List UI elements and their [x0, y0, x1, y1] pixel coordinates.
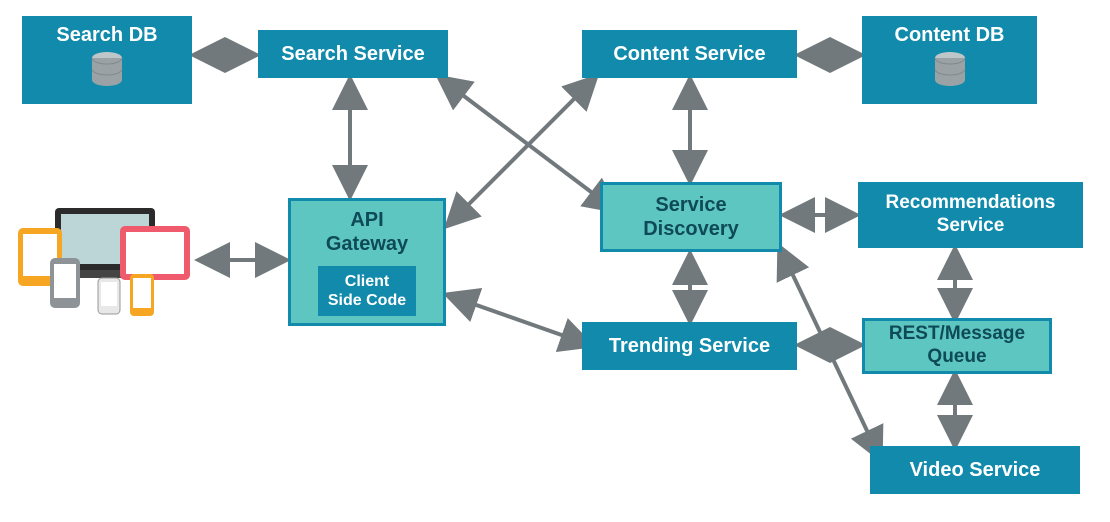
node-client-side-code: Client Side Code — [318, 266, 416, 316]
node-recommendations-service: Recommendations Service — [858, 182, 1083, 248]
node-content-service: Content Service — [582, 30, 797, 78]
label: Video Service — [910, 458, 1041, 482]
devices-icon — [10, 200, 200, 320]
node-trending-service: Trending Service — [582, 322, 797, 370]
label: REST/Message Queue — [889, 323, 1025, 369]
node-search-service: Search Service — [258, 30, 448, 78]
node-search-db: Search DB — [22, 16, 192, 104]
node-api-gateway: API Gateway Client Side Code — [288, 198, 446, 326]
label: Service Discovery — [643, 193, 739, 241]
node-content-db: Content DB — [862, 16, 1037, 104]
node-video-service: Video Service — [870, 446, 1080, 494]
database-icon — [933, 51, 967, 97]
label: Client Side Code — [328, 273, 406, 309]
label: Search DB — [56, 23, 157, 47]
label: Recommendations Service — [886, 192, 1056, 238]
node-rest-message-queue: REST/Message Queue — [862, 318, 1052, 374]
label: API Gateway — [326, 208, 408, 256]
label: Search Service — [281, 42, 424, 66]
label: Trending Service — [609, 334, 770, 358]
label: Content DB — [895, 23, 1005, 47]
label: Content Service — [613, 42, 765, 66]
node-service-discovery: Service Discovery — [600, 182, 782, 252]
database-icon — [90, 51, 124, 97]
